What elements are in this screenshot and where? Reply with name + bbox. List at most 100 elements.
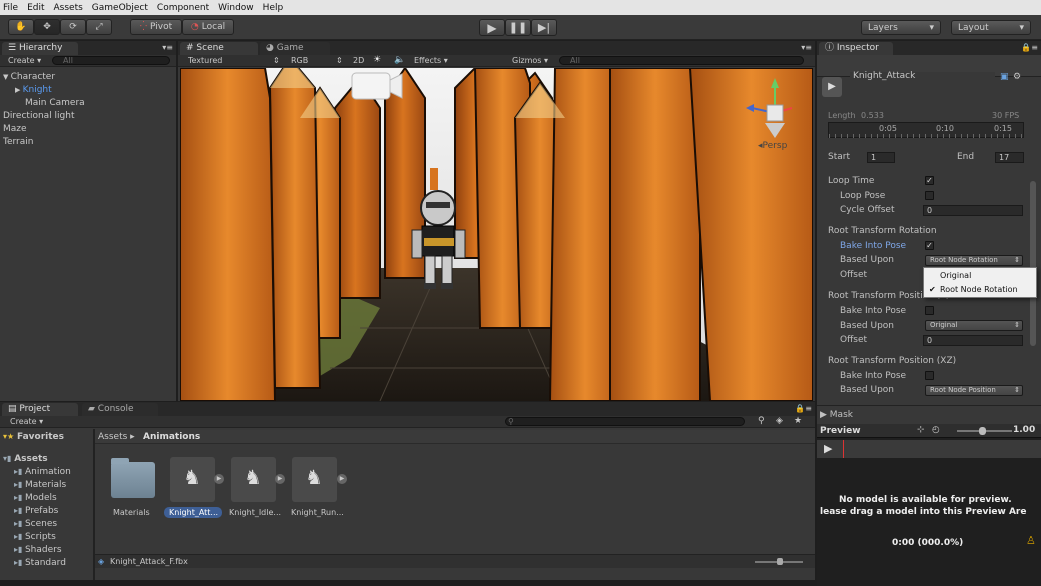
- loop-time-checkbox[interactable]: ✓: [925, 176, 934, 185]
- pivot-toggle[interactable]: ⁛ Pivot: [130, 19, 182, 35]
- lighting-icon[interactable]: ☀: [373, 55, 381, 65]
- expand-arrow-icon[interactable]: ▶: [275, 474, 285, 484]
- layout-dropdown[interactable]: Layout ▾: [951, 20, 1031, 35]
- hierarchy-item[interactable]: ▼ Character: [3, 72, 55, 82]
- hierarchy-item[interactable]: Terrain: [3, 137, 33, 147]
- position-xz-based-upon-dropdown[interactable]: Root Node Position ⇕: [925, 385, 1023, 396]
- tab-console[interactable]: ▰ Console: [82, 403, 158, 416]
- preview-timeline[interactable]: ▶: [817, 440, 1041, 458]
- shading-mode-dropdown[interactable]: Textured: [188, 56, 222, 65]
- panel-menu-icon[interactable]: ▾≡: [162, 43, 173, 52]
- menu-file[interactable]: File: [3, 3, 18, 13]
- gear-icon[interactable]: ⚙: [1013, 72, 1021, 82]
- menu-edit[interactable]: Edit: [27, 3, 44, 13]
- hierarchy-search-input[interactable]: All: [52, 56, 170, 65]
- thumb-size-slider-thumb[interactable]: [777, 558, 783, 565]
- project-create-dropdown[interactable]: Create ▾: [10, 417, 43, 426]
- folder-tree-item[interactable]: ▸▮ Standard: [14, 558, 66, 568]
- rotation-bake-checkbox[interactable]: ✓: [925, 241, 934, 250]
- option-root-node-rotation[interactable]: Root Node Rotation: [940, 285, 1018, 294]
- tab-game[interactable]: ◕ Game: [260, 42, 330, 55]
- favorite-star-icon[interactable]: ★: [794, 416, 802, 426]
- hierarchy-item[interactable]: ▶ Knight: [15, 85, 52, 95]
- hierarchy-item[interactable]: Directional light: [3, 111, 74, 121]
- rotate-tool-button[interactable]: ⟳: [60, 19, 86, 35]
- folder-tree-item[interactable]: ▸▮ Animation: [14, 467, 71, 477]
- step-button[interactable]: ▶|: [531, 19, 557, 36]
- panel-menu-icon[interactable]: ▾≡: [801, 43, 812, 52]
- asset-thumb-knight-attack[interactable]: ♞: [170, 457, 215, 502]
- clip-name-field[interactable]: Knight_Attack: [850, 72, 995, 83]
- hierarchy-item[interactable]: Main Camera: [25, 98, 85, 108]
- folder-tree-item[interactable]: ▸▮ Models: [14, 493, 57, 503]
- breadcrumb-assets[interactable]: Assets ▸: [98, 432, 135, 442]
- menu-component[interactable]: Component: [157, 3, 209, 13]
- menu-gameobject[interactable]: GameObject: [92, 3, 148, 13]
- effects-dropdown[interactable]: Effects ▾: [414, 56, 448, 65]
- position-y-bake-checkbox[interactable]: [925, 306, 934, 315]
- option-original[interactable]: Original: [940, 271, 971, 280]
- hierarchy-create-dropdown[interactable]: Create ▾: [8, 56, 41, 65]
- tab-scene[interactable]: # Scene: [180, 42, 258, 55]
- collapsed-arrow-icon[interactable]: ▶: [15, 86, 23, 94]
- expand-arrow-icon[interactable]: ▶: [337, 474, 347, 484]
- rotation-based-upon-dropdown[interactable]: Root Node Rotation ⇕: [925, 255, 1023, 266]
- loop-pose-checkbox[interactable]: [925, 191, 934, 200]
- start-field[interactable]: 1: [867, 152, 895, 163]
- mask-foldout[interactable]: ▶ Mask: [820, 410, 853, 420]
- 2d-toggle[interactable]: 2D: [353, 56, 364, 65]
- folder-tree-item[interactable]: ▸▮ Scripts: [14, 532, 56, 542]
- scale-tool-button[interactable]: ⤢: [86, 19, 112, 35]
- clip-play-icon[interactable]: ▶: [822, 77, 842, 97]
- tab-hierarchy[interactable]: ☰ Hierarchy: [2, 42, 78, 55]
- filter-label-icon[interactable]: ◈: [776, 416, 783, 426]
- asset-thumb-knight-idle[interactable]: ♞: [231, 457, 276, 502]
- end-field[interactable]: 17: [995, 152, 1024, 163]
- gizmos-dropdown[interactable]: Gizmos ▾: [512, 56, 548, 65]
- audio-icon[interactable]: 🔈: [394, 55, 405, 65]
- persp-label[interactable]: ◂Persp: [758, 141, 787, 151]
- move-tool-button[interactable]: ✥: [34, 19, 60, 35]
- filter-type-icon[interactable]: ⚲: [758, 416, 765, 426]
- tab-inspector[interactable]: ⓘ Inspector: [819, 42, 893, 55]
- avatar-icon[interactable]: ♙: [1026, 534, 1036, 547]
- folder-tree-item[interactable]: ▸▮ Scenes: [14, 519, 57, 529]
- hierarchy-item[interactable]: Maze: [3, 124, 27, 134]
- local-toggle[interactable]: ◔ Local: [182, 19, 234, 35]
- help-icon[interactable]: ▣: [1000, 72, 1009, 82]
- play-button[interactable]: ▶: [479, 19, 505, 36]
- tab-project[interactable]: ▤ Project: [2, 403, 78, 416]
- menu-assets[interactable]: Assets: [54, 3, 83, 13]
- scene-viewport[interactable]: ◂Persp: [180, 68, 813, 401]
- layers-dropdown[interactable]: Layers ▾: [861, 20, 941, 35]
- expand-arrow-icon[interactable]: ▶: [214, 474, 224, 484]
- cycle-offset-field[interactable]: 0: [923, 205, 1023, 216]
- expanded-arrow-icon[interactable]: ▼: [3, 73, 11, 81]
- lock-icon[interactable]: 🔒≡: [795, 404, 812, 413]
- folder-tree-item[interactable]: ▸▮ Shaders: [14, 545, 62, 555]
- speed-slider-thumb[interactable]: [979, 427, 986, 435]
- timeline-ruler[interactable]: 0:05 0:10 0:15: [828, 122, 1025, 138]
- menu-window[interactable]: Window: [218, 3, 254, 13]
- project-search-input[interactable]: ⚲: [505, 417, 745, 426]
- scene-search-input[interactable]: All: [559, 56, 804, 65]
- pause-button[interactable]: ❚❚: [505, 19, 531, 36]
- breadcrumb-current[interactable]: Animations: [143, 432, 200, 442]
- menu-help[interactable]: Help: [263, 3, 284, 13]
- playhead[interactable]: [843, 440, 844, 458]
- inspector-scrollbar[interactable]: [1030, 181, 1036, 346]
- lock-icon[interactable]: 🔒≡: [1021, 43, 1038, 52]
- folder-tree-item[interactable]: ▸▮ Materials: [14, 480, 66, 490]
- position-y-based-upon-dropdown[interactable]: Original ⇕: [925, 320, 1023, 331]
- position-y-offset-field[interactable]: 0: [923, 335, 1023, 346]
- folder-tree-item[interactable]: ▾★ Favorites: [3, 432, 64, 442]
- position-xz-bake-checkbox[interactable]: [925, 371, 934, 380]
- folder-asset-materials[interactable]: [107, 457, 159, 502]
- hand-tool-button[interactable]: ✋: [8, 19, 34, 35]
- render-mode-dropdown[interactable]: RGB: [291, 56, 308, 65]
- preview-play-icon[interactable]: ▶: [824, 442, 832, 455]
- folder-tree-item[interactable]: ▾▮ Assets: [3, 454, 48, 464]
- pivot-icon[interactable]: ⊹: [917, 425, 925, 435]
- folder-tree-item[interactable]: ▸▮ Prefabs: [14, 506, 58, 516]
- asset-thumb-knight-run[interactable]: ♞: [292, 457, 337, 502]
